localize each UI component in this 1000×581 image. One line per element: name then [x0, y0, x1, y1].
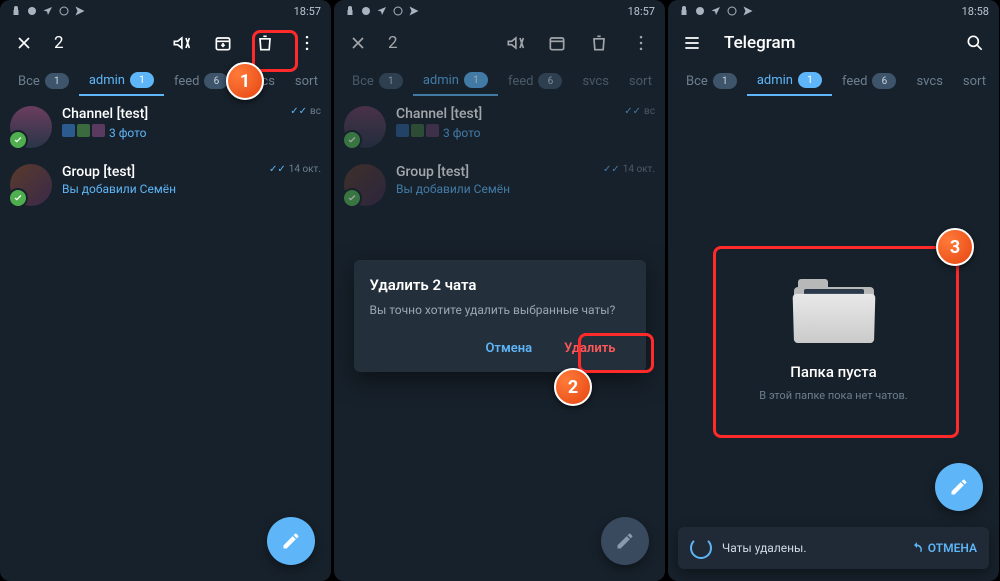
status-bar: 18:57 [0, 0, 331, 22]
chat-subtitle: 3 фото [62, 124, 280, 140]
delete-button [581, 25, 617, 61]
status-bar: 18:58 [668, 0, 999, 22]
chat-title: Group [test] [62, 164, 259, 180]
folder-tabs: Все1 admin1 feed6 svcs sort [668, 64, 999, 98]
tab-sort[interactable]: sort [953, 68, 996, 95]
main-toolbar: Telegram [668, 22, 999, 64]
tab-admin[interactable]: admin1 [79, 66, 164, 96]
selected-check-icon [8, 188, 28, 208]
search-button[interactable] [957, 25, 993, 61]
mute-button [497, 25, 533, 61]
empty-title: Папка пуста [790, 363, 876, 381]
selection-toolbar: 2 [334, 22, 665, 64]
dialog-text: Вы точно хотите удалить выбранные чаты? [370, 302, 630, 319]
selection-toolbar: 2 [0, 22, 331, 64]
dialog-cancel-button[interactable]: Отмена [471, 333, 546, 364]
step-2-badge: 2 [554, 368, 592, 406]
selected-check-icon [8, 130, 28, 150]
step-1-badge: 1 [226, 62, 264, 100]
chat-list: Channel [test] 3 фото ✓✓вс Group [test] … [0, 98, 331, 581]
delete-button[interactable] [247, 25, 283, 61]
status-bar: 18:57 [334, 0, 665, 22]
delete-confirm-dialog: Удалить 2 чата Вы точно хотите удалить в… [354, 260, 646, 372]
tab-admin[interactable]: admin1 [747, 66, 832, 96]
timer-icon [690, 537, 712, 559]
empty-subtitle: В этой папке пока нет чатов. [759, 389, 907, 402]
compose-fab[interactable] [935, 463, 983, 511]
clock: 18:58 [962, 5, 989, 18]
more-button [623, 25, 659, 61]
chat-row[interactable]: Channel [test] 3 фото ✓✓вс [0, 98, 331, 156]
archive-button [539, 25, 575, 61]
tab-all[interactable]: Все1 [676, 67, 747, 95]
folder-tabs: Все1 admin1 feed6 svcs sort [0, 64, 331, 98]
phone-3: 18:58 Telegram Все1 admin1 feed6 svcs so… [668, 0, 999, 581]
close-selection-button [340, 25, 376, 61]
compose-fab [601, 517, 649, 565]
close-selection-button[interactable] [6, 25, 42, 61]
dialog-confirm-button[interactable]: Удалить [550, 333, 629, 364]
phone-2: 18:57 2 Все1 admin1 feed6 svcs sort Chan… [334, 0, 665, 581]
archive-button[interactable] [205, 25, 241, 61]
tab-svcs[interactable]: svcs [906, 68, 952, 95]
clock: 18:57 [294, 5, 321, 18]
undo-snackbar: Чаты удалены. ОТМЕНА [678, 527, 989, 569]
clock: 18:57 [628, 5, 655, 18]
compose-fab[interactable] [267, 517, 315, 565]
undo-button[interactable]: ОТМЕНА [910, 541, 977, 555]
step-3-badge: 3 [936, 228, 974, 266]
dialog-title: Удалить 2 чата [370, 276, 630, 294]
folder-icon [794, 277, 874, 343]
selection-count: 2 [54, 33, 64, 53]
tab-feed[interactable]: feed6 [832, 67, 907, 95]
menu-button[interactable] [674, 25, 710, 61]
tab-all[interactable]: Все1 [8, 67, 79, 95]
app-title: Telegram [724, 33, 795, 53]
more-button[interactable] [289, 25, 325, 61]
snackbar-text: Чаты удалены. [722, 541, 900, 555]
chat-title: Channel [test] [62, 106, 280, 122]
chat-subtitle: Вы добавили Семён [62, 182, 259, 196]
chat-row[interactable]: Group [test] Вы добавили Семён ✓✓14 окт. [0, 156, 331, 214]
mute-button[interactable] [163, 25, 199, 61]
tab-sort[interactable]: sort [285, 68, 328, 95]
phone-1: 18:57 2 Все1 admin1 feed6 svcs sort [0, 0, 331, 581]
folder-tabs: Все1 admin1 feed6 svcs sort [334, 64, 665, 98]
